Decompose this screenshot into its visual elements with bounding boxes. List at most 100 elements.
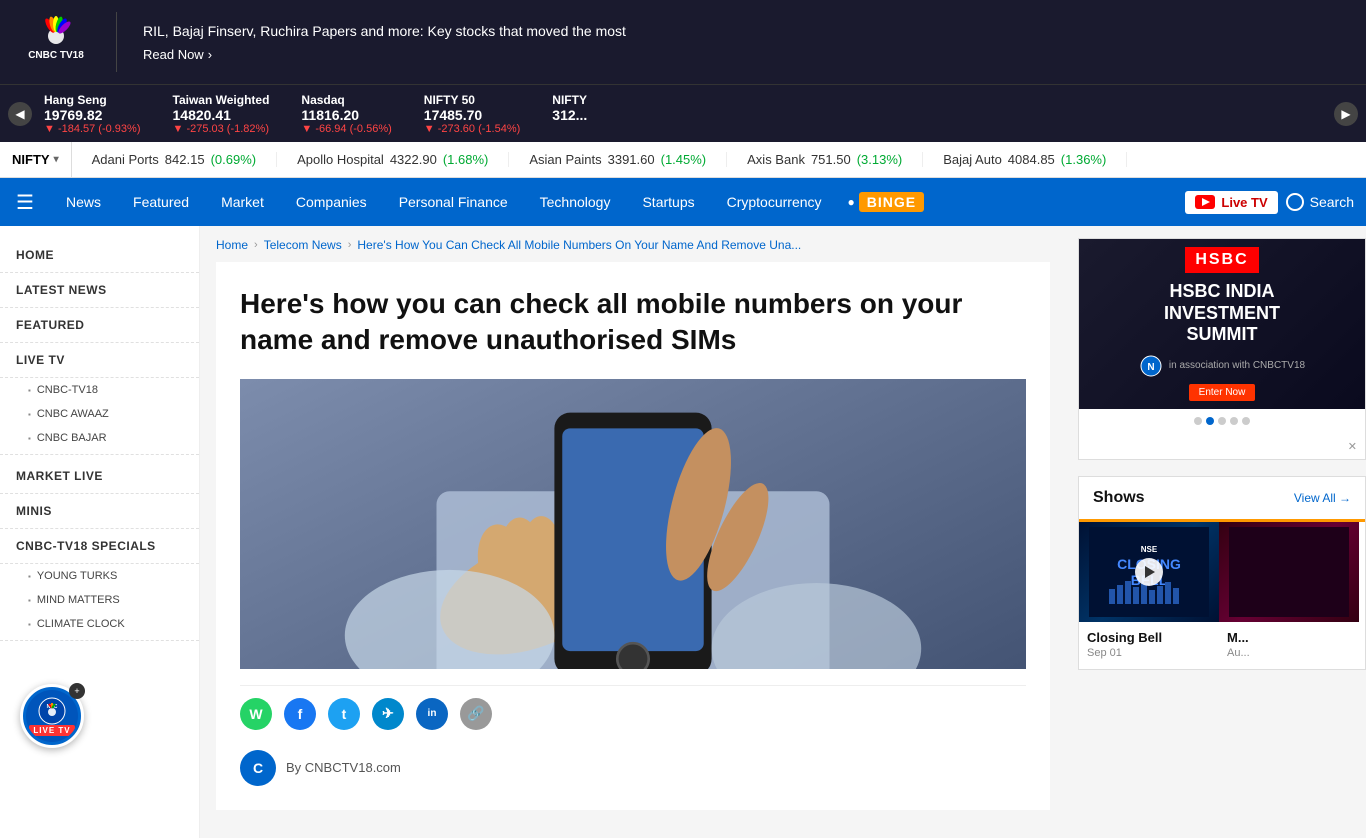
sidebar-item-young-turks[interactable]: YOUNG TURKS	[0, 564, 199, 588]
nav-item-startups[interactable]: Startups	[626, 178, 710, 226]
nav-item-companies[interactable]: Companies	[280, 178, 383, 226]
breadcrumb-separator: ›	[348, 239, 352, 251]
nav-item-technology[interactable]: Technology	[524, 178, 627, 226]
hsbc-logo: HSBC	[1185, 247, 1258, 273]
chevron-down-icon: ▾	[54, 154, 59, 165]
ticker-prev-button[interactable]: ◀	[8, 102, 32, 126]
article-image	[240, 379, 1026, 669]
sidebar-item-home[interactable]: HOME	[0, 238, 199, 273]
sidebar-item-featured[interactable]: FEATURED	[0, 308, 199, 343]
ticker-item: NIFTY 312...	[552, 93, 587, 135]
sidebar-item-cnbc-bajar[interactable]: CNBC BAJAR	[0, 426, 199, 450]
show-name-closing-bell: Closing Bell	[1087, 630, 1211, 645]
show-date-closing-bell: Sep 01	[1087, 647, 1211, 659]
search-button[interactable]: Search	[1286, 193, 1354, 211]
ad-dot	[1194, 417, 1202, 425]
binge-brand: ● BINGE	[838, 178, 935, 226]
ticker-item: Hang Seng 19769.82 ▼ -184.57 (-0.93%)	[44, 93, 141, 135]
logo-area: CNBC TV18	[16, 12, 96, 72]
nav-item-market[interactable]: Market	[205, 178, 280, 226]
sidebar-item-cnbc-specials[interactable]: CNBC-TV18 SPECIALS	[0, 529, 199, 564]
nav-items: News Featured Market Companies Personal …	[50, 178, 1185, 226]
show-thumbnail-closing-bell[interactable]: NSE CLOSING BELL	[1079, 522, 1219, 622]
search-icon	[1286, 193, 1304, 211]
stock-item: Adani Ports 842.15 (0.69%)	[72, 152, 278, 167]
svg-text:N: N	[1147, 362, 1154, 373]
ticker-item: Nasdaq 11816.20 ▼ -66.94 (-0.56%)	[301, 93, 391, 135]
stock-item: Bajaj Auto 4084.85 (1.36%)	[923, 152, 1127, 167]
show-thumbnail-2[interactable]	[1219, 522, 1359, 622]
nav-item-news[interactable]: News	[50, 178, 117, 226]
read-now-button[interactable]: Read Now ›	[143, 47, 1340, 62]
stock-bar: NIFTY ▾ Adani Ports 842.15 (0.69%) Apoll…	[0, 142, 1366, 178]
show-item-2: M... Au...	[1219, 522, 1359, 669]
live-tv-float: + NBC LIVE TV	[20, 684, 84, 748]
twitter-share-button[interactable]: t	[328, 698, 360, 730]
nav-right: Live TV Search	[1185, 178, 1366, 226]
youtube-icon	[1195, 195, 1215, 209]
view-all-button[interactable]: View All →	[1294, 491, 1351, 505]
sidebar-specials-group: CNBC-TV18 SPECIALS YOUNG TURKS MIND MATT…	[0, 529, 199, 641]
live-badge: LIVE TV	[29, 725, 74, 736]
sidebar-item-market-live[interactable]: MARKET LIVE	[0, 459, 199, 494]
show-item-closing-bell: NSE CLOSING BELL	[1079, 522, 1219, 669]
article-card: Here's how you can check all mobile numb…	[216, 262, 1050, 810]
sidebar-item-mind-matters[interactable]: MIND MATTERS	[0, 588, 199, 612]
breaking-headline: RIL, Bajaj Finserv, Ruchira Papers and m…	[143, 22, 1340, 42]
nav-item-personal-finance[interactable]: Personal Finance	[383, 178, 524, 226]
ad-dot	[1230, 417, 1238, 425]
show-info: M... Au...	[1219, 622, 1359, 669]
nav-item-cryptocurrency[interactable]: Cryptocurrency	[711, 178, 838, 226]
show-info: Closing Bell Sep 01	[1079, 622, 1219, 669]
linkedin-share-button[interactable]: in	[416, 698, 448, 730]
telegram-share-button[interactable]: ✈	[372, 698, 404, 730]
sidebar-item-cnbc-tv18[interactable]: CNBC-TV18	[0, 378, 199, 402]
stock-item: Asian Paints 3391.60 (1.45%)	[509, 152, 727, 167]
nifty-dropdown[interactable]: NIFTY ▾	[0, 142, 72, 177]
ad-image: HSBC HSBC INDIAINVESTMENTSUMMIT N in ass…	[1079, 239, 1365, 409]
breadcrumb: Home › Telecom News › Here's How You Can…	[216, 226, 1050, 262]
main-content: Home › Telecom News › Here's How You Can…	[200, 226, 1066, 838]
sidebar-item-live-tv[interactable]: LIVE TV	[0, 343, 199, 378]
social-bar: W f t ✈ in 🔗	[240, 685, 1026, 742]
sidebar-item-latest-news[interactable]: LATEST NEWS	[0, 273, 199, 308]
sidebar-item-minis[interactable]: MINIS	[0, 494, 199, 529]
ad-close-button[interactable]: ✕	[1348, 441, 1357, 453]
ad-dot-active	[1206, 417, 1214, 425]
page-layout: HOME LATEST NEWS FEATURED LIVE TV CNBC-T…	[0, 226, 1366, 838]
binge-logo[interactable]: BINGE	[859, 192, 924, 212]
ticker-item: NIFTY 50 17485.70 ▼ -273.60 (-1.54%)	[424, 93, 521, 135]
breadcrumb-current: Here's How You Can Check All Mobile Numb…	[357, 238, 801, 252]
sidebar-item-cnbc-awaaz[interactable]: CNBC AWAAZ	[0, 402, 199, 426]
stock-items: Adani Ports 842.15 (0.69%) Apollo Hospit…	[72, 152, 1366, 167]
author-bar: C By CNBCTV18.com	[240, 742, 1026, 786]
right-sidebar: HSBC HSBC INDIAINVESTMENTSUMMIT N in ass…	[1066, 226, 1366, 838]
ticker-bar: ◀ Hang Seng 19769.82 ▼ -184.57 (-0.93%) …	[0, 84, 1366, 142]
whatsapp-share-button[interactable]: W	[240, 698, 272, 730]
ticker-next-button[interactable]: ▶	[1334, 102, 1358, 126]
hamburger-menu[interactable]: ☰	[0, 178, 50, 226]
nav-item-featured[interactable]: Featured	[117, 178, 205, 226]
cnbc-logo: CNBC TV18	[16, 12, 96, 72]
copy-link-button[interactable]: 🔗	[460, 698, 492, 730]
ad-title: HSBC INDIAINVESTMENTSUMMIT	[1164, 281, 1280, 346]
expand-icon[interactable]: +	[69, 683, 85, 699]
play-button-closing-bell[interactable]	[1135, 558, 1163, 586]
ticker-items: Hang Seng 19769.82 ▼ -184.57 (-0.93%) Ta…	[32, 93, 1334, 135]
breadcrumb-home[interactable]: Home	[216, 238, 248, 252]
live-tv-button[interactable]: Live TV	[1185, 191, 1277, 214]
facebook-share-button[interactable]: f	[284, 698, 316, 730]
live-tv-bubble-inner: NBC LIVE TV	[26, 690, 78, 742]
breaking-news-bar: CNBC TV18 RIL, Bajaj Finserv, Ruchira Pa…	[0, 0, 1366, 84]
main-nav: ☰ News Featured Market Companies Persona…	[0, 178, 1366, 226]
breaking-text-area: RIL, Bajaj Finserv, Ruchira Papers and m…	[133, 22, 1350, 63]
ticker-item: Taiwan Weighted 14820.41 ▼ -275.03 (-1.8…	[173, 93, 270, 135]
live-tv-bubble-button[interactable]: + NBC LIVE TV	[20, 684, 84, 748]
stock-item: Apollo Hospital 4322.90 (1.68%)	[277, 152, 509, 167]
show-name-2: M...	[1227, 630, 1351, 645]
article-title: Here's how you can check all mobile numb…	[240, 286, 1026, 359]
breadcrumb-telecom-news[interactable]: Telecom News	[264, 238, 342, 252]
enter-now-button[interactable]: Enter Now	[1189, 384, 1256, 401]
sidebar-item-climate-clock[interactable]: CLIMATE CLOCK	[0, 612, 199, 636]
svg-text:CNBC TV18: CNBC TV18	[28, 50, 84, 61]
